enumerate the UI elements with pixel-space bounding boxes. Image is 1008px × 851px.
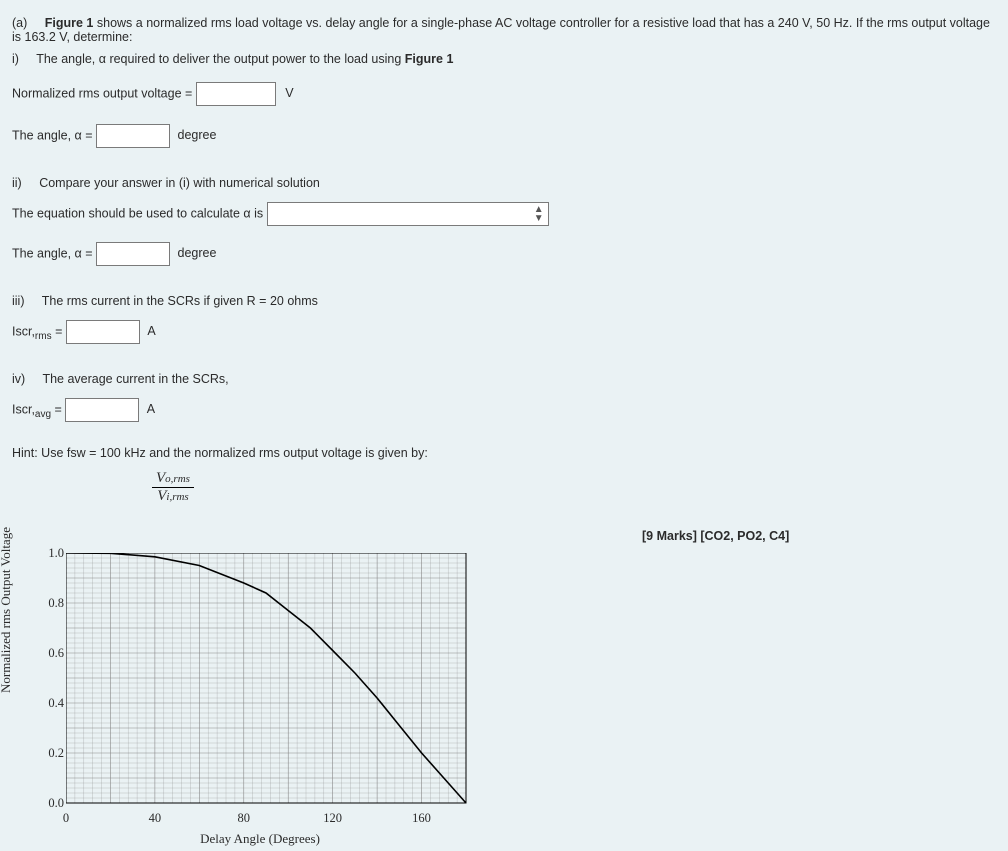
angle2-label: The angle, α = — [12, 246, 96, 260]
iscr-rms-unit: A — [147, 324, 155, 338]
label-ii: ii) — [12, 176, 22, 190]
chart-figure: Normalized rms Output Voltage 0.00.20.40… — [30, 553, 996, 843]
chart-ytick: 0.6 — [40, 646, 64, 661]
iscr-avg-eq: = — [51, 402, 65, 416]
chart-ylabel: Normalized rms Output Voltage — [0, 527, 14, 693]
part-ii: ii) Compare your answer in (i) with nume… — [12, 176, 996, 190]
iscr-rms-row: Iscr,rms = A — [12, 320, 996, 344]
angle1-input[interactable] — [96, 124, 170, 148]
part-iv-text: The average current in the SCRs, — [42, 372, 228, 386]
part-iv: iv) The average current in the SCRs, — [12, 372, 996, 386]
label-i: i) — [12, 52, 19, 66]
part-i-text: The angle, α required to deliver the out… — [36, 52, 405, 66]
iscr-avg-unit: A — [147, 402, 155, 416]
chart-ytick: 0.8 — [40, 596, 64, 611]
normalized-row: Normalized rms output voltage = V — [12, 82, 996, 106]
chart-xlabel: Delay Angle (Degrees) — [30, 831, 490, 847]
figure1-bold: Figure 1 — [45, 16, 94, 30]
label-iii: iii) — [12, 294, 25, 308]
iscr-avg-row: Iscr,avg = A — [12, 398, 996, 422]
iscr-rms-input[interactable] — [66, 320, 140, 344]
chart-ytick: 0.2 — [40, 746, 64, 761]
angle2-input[interactable] — [96, 242, 170, 266]
chart-xtick: 120 — [313, 811, 353, 826]
intro-line: (a) Figure 1 shows a normalized rms load… — [12, 16, 996, 44]
equation-label: The equation should be used to calculate… — [12, 206, 267, 220]
chart-xtick: 80 — [224, 811, 264, 826]
chart-svg — [66, 553, 486, 809]
intro-text: shows a normalized rms load voltage vs. … — [12, 16, 990, 44]
iscr-rms-label: Iscr, — [12, 324, 35, 338]
iscr-avg-label: Iscr, — [12, 402, 35, 416]
normalized-label: Normalized rms output voltage = — [12, 86, 196, 100]
angle1-label: The angle, α = — [12, 128, 96, 142]
hint-text: Hint: Use fsw = 100 kHz and the normaliz… — [12, 446, 996, 460]
part-i-fig: Figure 1 — [405, 52, 454, 66]
normalized-unit: V — [285, 86, 293, 100]
angle2-unit: degree — [178, 246, 217, 260]
chart-ytick: 0.0 — [40, 796, 64, 811]
normalized-input[interactable] — [196, 82, 276, 106]
chart-xtick: 0 — [46, 811, 86, 826]
iscr-rms-sub: rms — [35, 331, 52, 342]
label-a: (a) — [12, 16, 27, 30]
chart-xtick: 160 — [402, 811, 442, 826]
part-iii-text: The rms current in the SCRs if given R =… — [42, 294, 318, 308]
part-i: i) The angle, α required to deliver the … — [12, 52, 996, 66]
chart-ytick: 0.4 — [40, 696, 64, 711]
angle1-row: The angle, α = degree — [12, 124, 996, 148]
chart-xtick: 40 — [135, 811, 175, 826]
iscr-avg-input[interactable] — [65, 398, 139, 422]
marks-label: [9 Marks] [CO2, PO2, C4] — [642, 529, 789, 543]
part-ii-text: Compare your answer in (i) with numerica… — [39, 176, 320, 190]
part-iii: iii) The rms current in the SCRs if give… — [12, 294, 996, 308]
angle2-row: The angle, α = degree — [12, 242, 996, 266]
iscr-rms-eq: = — [52, 324, 66, 338]
label-iv: iv) — [12, 372, 25, 386]
equation-row: The equation should be used to calculate… — [12, 202, 996, 226]
fraction: Vo,rms Vi,rms — [152, 470, 194, 505]
iscr-avg-sub: avg — [35, 409, 51, 420]
angle1-unit: degree — [178, 128, 217, 142]
equation-select[interactable]: ▲▼ — [267, 202, 549, 226]
chart-ytick: 1.0 — [40, 546, 64, 561]
select-arrows-icon: ▲▼ — [534, 205, 544, 223]
